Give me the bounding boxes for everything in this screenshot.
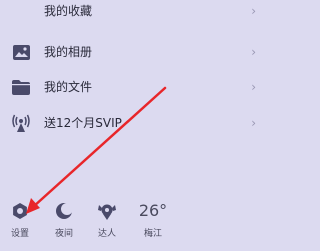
night-mode-button[interactable]: 夜间 xyxy=(46,200,82,244)
menu-item-files[interactable]: 我的文件 › xyxy=(0,70,270,104)
chevron-right-icon: › xyxy=(251,4,256,18)
expert-label: 达人 xyxy=(97,229,116,239)
broadcast-icon xyxy=(12,114,30,132)
menu-item-label: 我的收藏 xyxy=(44,4,93,18)
chevron-right-icon: › xyxy=(251,45,256,59)
night-mode-label: 夜间 xyxy=(54,229,73,239)
weather-widget[interactable]: 26° 梅江 xyxy=(133,200,173,244)
menu-item-svip-gift[interactable]: 送12个月SVIP › xyxy=(0,106,270,140)
settings-button[interactable]: 设置 xyxy=(2,200,38,244)
chevron-right-icon: › xyxy=(251,80,256,94)
menu-item-label: 送12个月SVIP xyxy=(44,116,122,130)
settings-label: 设置 xyxy=(10,229,29,239)
menu-item-favorites[interactable]: 我的收藏 › xyxy=(0,0,270,28)
expert-button[interactable]: 达人 xyxy=(89,200,125,244)
moon-icon xyxy=(46,200,82,222)
weather-temperature: 26° xyxy=(138,201,168,220)
weather-city: 梅江 xyxy=(143,229,162,239)
gear-icon xyxy=(2,200,38,222)
menu-item-album[interactable]: 我的相册 › xyxy=(0,35,270,69)
photo-icon xyxy=(12,43,30,61)
menu-item-label: 我的相册 xyxy=(44,45,93,59)
menu-item-label: 我的文件 xyxy=(44,80,93,94)
chevron-right-icon: › xyxy=(251,116,256,130)
badge-icon xyxy=(89,200,125,222)
folder-icon xyxy=(12,78,30,96)
